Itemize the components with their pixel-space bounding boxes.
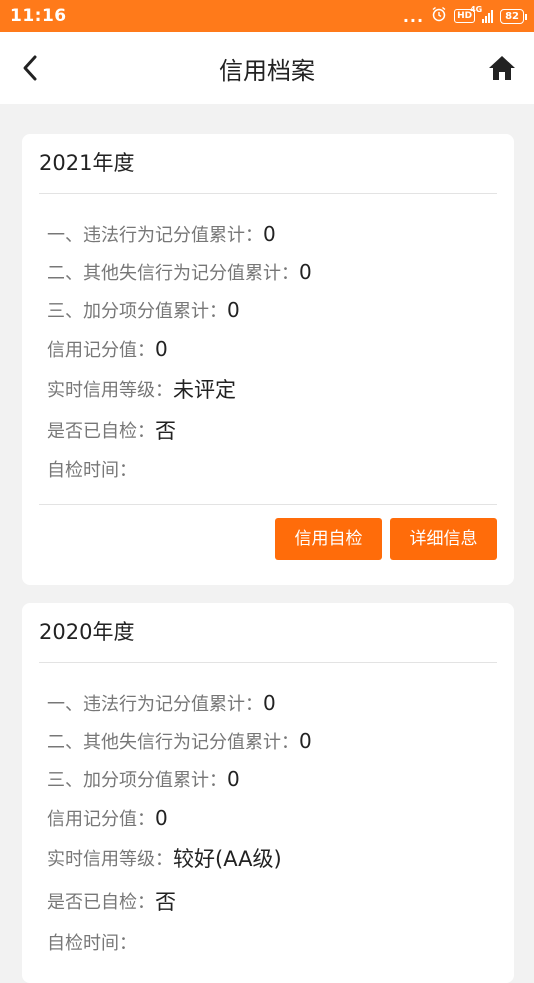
record-row: 三、加分项分值累计： 0 xyxy=(47,760,497,798)
row-label: 实时信用等级： xyxy=(47,380,173,401)
record-row: 信用记分值： 0 xyxy=(47,798,497,837)
home-button[interactable] xyxy=(484,50,520,86)
record-row: 是否已自检： 否 xyxy=(47,879,497,923)
home-icon xyxy=(489,56,515,80)
row-label: 是否已自检： xyxy=(47,421,155,442)
row-label: 一、违法行为记分值累计： xyxy=(47,225,263,246)
record-row: 一、违法行为记分值累计： 0 xyxy=(47,684,497,722)
row-value: 0 xyxy=(299,260,312,284)
credit-card-2021: 2021年度 一、违法行为记分值累计： 0 二、其他失信行为记分值累计： 0 三… xyxy=(22,134,514,585)
status-time: 11:16 xyxy=(10,6,67,26)
card-year: 2021年度 xyxy=(39,134,497,194)
row-label: 是否已自检： xyxy=(47,892,155,913)
row-label: 自检时间： xyxy=(47,460,137,481)
row-value: 0 xyxy=(299,729,312,753)
record-row: 实时信用等级： 未评定 xyxy=(47,368,497,410)
page-title: 信用档案 xyxy=(219,56,315,85)
card-year: 2020年度 xyxy=(39,603,497,663)
record-rows: 一、违法行为记分值累计： 0 二、其他失信行为记分值累计： 0 三、加分项分值累… xyxy=(39,194,497,488)
row-label: 信用记分值： xyxy=(47,808,155,830)
credit-grade-value: 未评定 xyxy=(173,378,236,402)
record-row: 三、加分项分值累计： 0 xyxy=(47,291,497,329)
record-row: 二、其他失信行为记分值累计： 0 xyxy=(47,253,497,291)
chevron-left-icon xyxy=(23,55,37,81)
row-label: 二、其他失信行为记分值累计： xyxy=(47,732,299,753)
record-row: 是否已自检： 否 xyxy=(47,410,497,450)
row-label: 二、其他失信行为记分值累计： xyxy=(47,263,299,284)
row-value: 否 xyxy=(155,890,176,914)
signal-icon: 4G xyxy=(470,5,494,23)
details-button[interactable]: 详细信息 xyxy=(390,518,497,560)
record-row: 信用记分值： 0 xyxy=(47,329,497,368)
record-row: 自检时间： xyxy=(47,923,497,961)
record-row: 自检时间： xyxy=(47,450,497,488)
row-label: 三、加分项分值累计： xyxy=(47,770,227,791)
row-value: 0 xyxy=(263,222,276,246)
credit-card-2020: 2020年度 一、违法行为记分值累计： 0 二、其他失信行为记分值累计： 0 三… xyxy=(22,603,514,983)
row-label: 一、违法行为记分值累计： xyxy=(47,694,263,715)
back-button[interactable] xyxy=(12,50,48,86)
record-row: 二、其他失信行为记分值累计： 0 xyxy=(47,722,497,760)
nav-bar: 信用档案 xyxy=(0,32,534,104)
self-check-button[interactable]: 信用自检 xyxy=(275,518,382,560)
row-value: 0 xyxy=(227,767,240,791)
row-value: 0 xyxy=(155,336,168,361)
row-value: 0 xyxy=(227,298,240,322)
record-rows: 一、违法行为记分值累计： 0 二、其他失信行为记分值累计： 0 三、加分项分值累… xyxy=(39,663,497,961)
row-label: 自检时间： xyxy=(47,933,137,954)
status-bar: 11:16 ... HD 4G 82 xyxy=(0,0,534,32)
more-dots-icon: ... xyxy=(402,6,425,26)
status-icons: ... HD 4G 82 xyxy=(402,5,527,26)
row-value: 0 xyxy=(263,691,276,715)
credit-grade-value: 较好(AA级) xyxy=(173,847,282,871)
row-label: 信用记分值： xyxy=(47,339,155,361)
row-label: 三、加分项分值累计： xyxy=(47,301,227,322)
row-value: 否 xyxy=(155,419,176,443)
card-actions: 信用自检 详细信息 xyxy=(39,505,497,560)
row-label: 实时信用等级： xyxy=(47,849,173,870)
row-value: 0 xyxy=(155,805,168,830)
battery-icon: 82 xyxy=(500,8,527,24)
alarm-icon xyxy=(431,6,447,26)
record-row: 实时信用等级： 较好(AA级) xyxy=(47,837,497,879)
record-row: 一、违法行为记分值累计： 0 xyxy=(47,215,497,253)
